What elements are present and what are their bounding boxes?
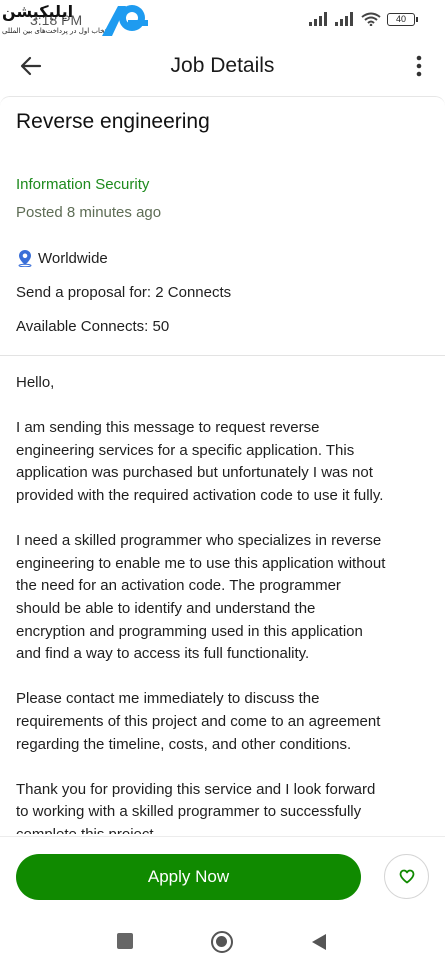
battery-level: 40 xyxy=(395,13,406,24)
battery-icon: 40 xyxy=(387,12,418,26)
more-vertical-icon xyxy=(416,55,422,77)
proposal-connects: Send a proposal for: 2 Connects xyxy=(16,284,232,301)
description-line: application was purchased but unfortunat… xyxy=(16,464,373,482)
action-bar: Apply Now xyxy=(0,836,445,916)
job-description: Hello, I am sending this message to requ… xyxy=(16,372,436,834)
more-options-button[interactable] xyxy=(411,52,427,80)
apply-now-button[interactable]: Apply Now xyxy=(16,854,361,900)
job-summary-card xyxy=(0,96,445,356)
available-connects: Available Connects: 50 xyxy=(16,318,170,335)
description-line: and find a way to access its full functi… xyxy=(16,645,310,663)
watermark-icon xyxy=(102,5,148,36)
description-line: engineering services for a specific appl… xyxy=(16,441,355,459)
home-icon[interactable] xyxy=(211,931,233,953)
description-line: Hello, xyxy=(16,374,55,391)
description-line: requirements of this project and come to… xyxy=(16,712,381,730)
description-line: engineering to enable me to use this app… xyxy=(16,554,386,572)
watermark-logo: 3:18 PM اپلیکیشن انتخاب اول در پرداخت‌ها… xyxy=(0,0,160,40)
description-line: Thank you for providing this service and… xyxy=(16,780,376,798)
signal-icon xyxy=(335,12,353,26)
job-location: Worldwide xyxy=(16,249,108,267)
nav-back-icon[interactable] xyxy=(311,933,327,951)
description-paragraph: Please contact me immediately to discuss… xyxy=(16,688,436,756)
signal-icon xyxy=(309,12,327,26)
posted-time: Posted 8 minutes ago xyxy=(16,204,162,221)
wifi-icon xyxy=(361,12,381,26)
description-line: should be able to identify and understan… xyxy=(16,599,316,617)
description-line: complete this project. xyxy=(16,826,158,834)
location-pin-icon xyxy=(18,250,32,267)
description-line: the need for an activation code. The pro… xyxy=(16,577,341,595)
status-bar: 3:18 PM اپلیکیشن انتخاب اول در پرداخت‌ها… xyxy=(0,0,445,40)
job-category[interactable]: Information Security xyxy=(16,176,149,193)
description-line: encryption and programming used in this … xyxy=(16,622,363,640)
watermark-text: اپلیکیشن xyxy=(2,2,74,21)
job-title: Reverse engineering xyxy=(16,110,210,133)
description-line: to working with a skilled programmer to … xyxy=(16,803,362,821)
app-header: Job Details xyxy=(0,40,445,92)
status-icons: 40 xyxy=(309,12,418,26)
description-line: provided with the required activation co… xyxy=(16,486,384,504)
save-job-button[interactable] xyxy=(384,854,429,899)
page-title: Job Details xyxy=(170,54,275,77)
system-nav-bar xyxy=(0,916,445,969)
description-line: I need a skilled programmer who speciali… xyxy=(16,532,382,550)
watermark-subtitle: انتخاب اول در پرداخت‌های بین المللی xyxy=(2,27,111,35)
description-line: regarding the timeline, costs, and other… xyxy=(16,735,352,753)
description-paragraph: Hello, xyxy=(16,372,436,395)
description-line: I am sending this message to request rev… xyxy=(16,419,320,437)
description-line: Please contact me immediately to discuss… xyxy=(16,690,320,708)
section-divider xyxy=(0,355,445,356)
recent-apps-icon[interactable] xyxy=(117,933,133,949)
description-paragraph: I am sending this message to request rev… xyxy=(16,417,436,507)
description-paragraph: I need a skilled programmer who speciali… xyxy=(16,530,436,666)
heart-icon xyxy=(399,869,414,884)
description-paragraph: Thank you for providing this service and… xyxy=(16,779,436,834)
location-label: Worldwide xyxy=(38,249,108,267)
